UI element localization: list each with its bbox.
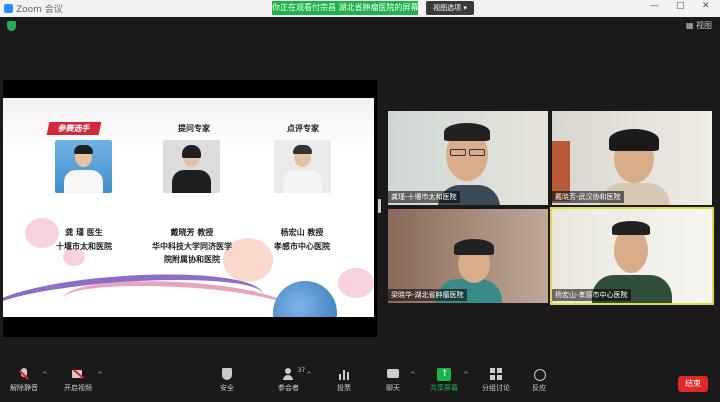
breakout-grid-icon bbox=[489, 368, 503, 381]
view-options-button[interactable]: 视图选项 ▾ bbox=[426, 1, 474, 15]
video-tile-active-speaker[interactable]: 杨宏山-孝感市中心医院 bbox=[550, 207, 714, 305]
participants-icon: 37 bbox=[282, 367, 305, 381]
chevron-up-icon[interactable]: ^ bbox=[306, 371, 312, 379]
security-shield-icon[interactable] bbox=[7, 21, 16, 31]
contestant-name: 龚 瑾 医生 bbox=[65, 228, 103, 237]
globe-decoration bbox=[273, 281, 337, 317]
breakout-rooms-button[interactable]: 分组讨论 bbox=[482, 368, 510, 393]
security-button[interactable]: 安全 bbox=[220, 368, 234, 393]
app-title: Zoom 会议 bbox=[4, 2, 63, 15]
mute-label: 解除静音 bbox=[10, 384, 38, 392]
section-questioner: 提问专家 bbox=[178, 124, 210, 133]
maximize-icon[interactable]: □ bbox=[676, 1, 685, 11]
app-title-text: Zoom 会议 bbox=[16, 5, 63, 15]
participants-label: 参会者 bbox=[278, 384, 299, 392]
questioner-org-line1: 华中科技大学同济医学 bbox=[152, 242, 232, 251]
participant-name: 戴晓芳-武汉协和医院 bbox=[552, 191, 624, 203]
chevron-up-icon[interactable]: ^ bbox=[97, 371, 103, 379]
share-label: 共享屏幕 bbox=[430, 384, 458, 392]
mute-button[interactable]: 解除静音 bbox=[10, 368, 38, 393]
flower-decoration bbox=[338, 268, 374, 298]
zoom-logo-icon bbox=[4, 4, 13, 13]
meeting-toolbar: 解除静音 ^ 开启视频 ^ 安全 37 参会者 ^ 投票 聊天 ^ ↑ 共享屏幕… bbox=[0, 364, 720, 402]
chevron-up-icon[interactable]: ^ bbox=[42, 371, 48, 379]
participant-name: 龚瑾-十堰市太和医院 bbox=[388, 191, 460, 203]
chat-button[interactable]: 聊天 bbox=[386, 368, 400, 393]
video-tile[interactable]: 梁晓华-湖北省肿瘤医院 bbox=[388, 209, 548, 303]
security-label: 安全 bbox=[220, 384, 234, 392]
section-contestant: 参赛选手 bbox=[46, 122, 102, 135]
contestant-org: 十堰市太和医院 bbox=[56, 242, 112, 251]
microphone-muted-icon bbox=[17, 368, 31, 381]
questioner-name: 戴晓芳 教授 bbox=[170, 228, 214, 237]
reactions-button[interactable]: 反应 bbox=[532, 368, 546, 393]
video-button[interactable]: 开启视频 bbox=[64, 368, 92, 393]
photo-reviewer bbox=[274, 140, 331, 193]
view-button[interactable]: ▦ 视图 bbox=[686, 20, 712, 31]
camera-off-icon bbox=[71, 368, 85, 381]
split-handle[interactable] bbox=[378, 199, 381, 213]
chat-bubble-icon bbox=[386, 368, 400, 381]
title-bar: Zoom 会议 你正在观看付宗昌 湖北省肿瘤医院的屏幕 视图选项 ▾ — □ ✕ bbox=[0, 0, 720, 17]
reviewer-name: 杨宏山 教授 bbox=[280, 228, 324, 237]
section-reviewer: 点评专家 bbox=[287, 124, 319, 133]
view-label: 视图 bbox=[696, 21, 712, 30]
photo-questioner bbox=[163, 140, 220, 193]
share-banner: 你正在观看付宗昌 湖北省肿瘤医院的屏幕 bbox=[272, 1, 418, 15]
video-tile[interactable]: 戴晓芳-武汉协和医院 bbox=[552, 111, 712, 205]
chat-label: 聊天 bbox=[386, 384, 400, 392]
questioner-org-line2: 院附属协和医院 bbox=[164, 255, 220, 264]
share-screen-button[interactable]: ↑ 共享屏幕 bbox=[430, 368, 458, 393]
chevron-up-icon[interactable]: ^ bbox=[410, 371, 416, 379]
chevron-up-icon[interactable]: ^ bbox=[463, 371, 469, 379]
reviewer-org: 孝感市中心医院 bbox=[274, 242, 330, 251]
smiley-icon bbox=[532, 368, 546, 381]
photo-contestant bbox=[55, 140, 112, 193]
breakout-label: 分组讨论 bbox=[482, 384, 510, 392]
grid-icon: ▦ bbox=[685, 21, 694, 30]
share-screen-icon: ↑ bbox=[437, 368, 451, 381]
poll-chart-icon bbox=[337, 368, 351, 381]
polls-button[interactable]: 投票 bbox=[337, 368, 351, 393]
minimize-icon[interactable]: — bbox=[650, 1, 659, 11]
participant-name: 杨宏山-孝感市中心医院 bbox=[552, 289, 631, 301]
polls-label: 投票 bbox=[337, 384, 351, 392]
video-tile[interactable]: 龚瑾-十堰市太和医院 bbox=[388, 111, 548, 205]
participants-button[interactable]: 37 参会者 bbox=[278, 367, 305, 393]
video-label: 开启视频 bbox=[64, 384, 92, 392]
end-meeting-button[interactable]: 结束 bbox=[678, 376, 708, 392]
reactions-label: 反应 bbox=[532, 384, 546, 392]
shield-icon bbox=[220, 368, 234, 381]
close-icon[interactable]: ✕ bbox=[702, 1, 710, 11]
slide: 参赛选手 提问专家 点评专家 龚 瑾 医生 十堰市太和医院 戴晓芳 教授 华中科… bbox=[3, 98, 374, 317]
participants-count: 37 bbox=[297, 367, 306, 374]
participant-name: 梁晓华-湖北省肿瘤医院 bbox=[388, 289, 467, 301]
